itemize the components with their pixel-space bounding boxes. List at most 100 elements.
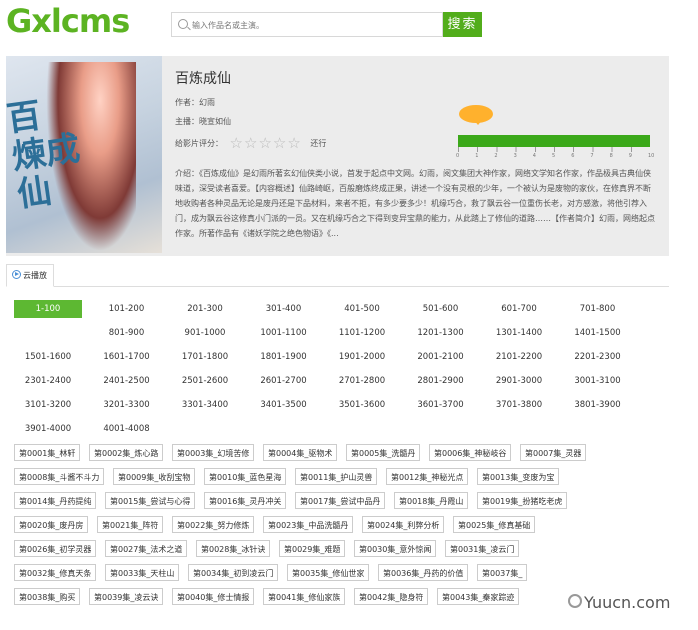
episode-range-button[interactable]: 2601-2700	[250, 372, 318, 390]
episode-range-button[interactable]: 2101-2200	[485, 348, 553, 366]
episode-range-button[interactable]: 2401-2500	[93, 372, 161, 390]
episode-button[interactable]: 第0009集_收刮宝物	[113, 468, 196, 485]
episode-range-button[interactable]: 1701-1800	[171, 348, 239, 366]
episode-range-button[interactable]: 1301-1400	[485, 324, 553, 342]
episode-button[interactable]: 第0014集_丹药提纯	[14, 492, 97, 509]
rating-stars[interactable]: ☆☆☆☆☆	[230, 136, 302, 151]
episode-button[interactable]: 第0020集_废丹房	[14, 516, 89, 533]
episode-range-button[interactable]: 1801-1900	[250, 348, 318, 366]
episode-button[interactable]: 第0039集_凌云诀	[89, 588, 164, 605]
episode-range-button[interactable]: 2001-2100	[407, 348, 475, 366]
episode-button[interactable]: 第0041集_修仙家族	[263, 588, 346, 605]
episode-range-button[interactable]: 1901-2000	[328, 348, 396, 366]
episode-range-button[interactable]: 1401-1500	[564, 324, 632, 342]
episode-range-button[interactable]: 3401-3500	[250, 396, 318, 414]
episode-range-button[interactable]: 1601-1700	[93, 348, 161, 366]
episode-button[interactable]: 第0027集_法术之道	[105, 540, 188, 557]
episode-range-button[interactable]: 3901-4000	[14, 420, 82, 438]
rating-widget: 给影片评分： ☆☆☆☆☆ 还行	[175, 136, 326, 151]
episode-button[interactable]: 第0019集_扮猪吃老虎	[477, 492, 568, 509]
episode-button[interactable]: 第0008集_斗酱不斗力	[14, 468, 105, 485]
episode-button[interactable]: 第0003集_幻境苦修	[172, 444, 255, 461]
episode-button[interactable]: 第0038集_购买	[14, 588, 81, 605]
star-icon[interactable]: ☆	[244, 136, 257, 151]
episode-button[interactable]: 第0018集_丹霞山	[394, 492, 469, 509]
episode-range-button[interactable]: 2901-3000	[485, 372, 553, 390]
episode-button[interactable]: 第0042集_隐身符	[354, 588, 429, 605]
episode-range-button[interactable]: 3301-3400	[171, 396, 239, 414]
episode-button[interactable]: 第0010集_蓝色星海	[204, 468, 287, 485]
episode-button[interactable]: 第0007集_灵器	[520, 444, 587, 461]
episode-range-button[interactable]: 3001-3100	[564, 372, 632, 390]
episode-range-button[interactable]: 201-300	[171, 300, 239, 318]
episode-button[interactable]: 第0043集_秦家踪迹	[437, 588, 520, 605]
star-icon[interactable]: ☆	[258, 136, 271, 151]
episode-button[interactable]: 第0017集_尝试中品丹	[295, 492, 386, 509]
episode-button[interactable]: 第0040集_修士情报	[172, 588, 255, 605]
star-icon[interactable]: ☆	[230, 136, 243, 151]
episode-range-button[interactable]: 3201-3300	[93, 396, 161, 414]
episode-range-button[interactable]: 2501-2600	[171, 372, 239, 390]
episode-button[interactable]: 第0032集_修真天条	[14, 564, 97, 581]
episode-range-button[interactable]: 3701-3800	[485, 396, 553, 414]
episode-range-button[interactable]: 801-900	[93, 324, 161, 342]
episode-range-button[interactable]: 401-500	[328, 300, 396, 318]
episode-button[interactable]: 第0034集_初到凌云门	[188, 564, 279, 581]
episode-button[interactable]: 第0011集_护山灵兽	[295, 468, 378, 485]
star-icon[interactable]: ☆	[273, 136, 286, 151]
search-input[interactable]	[190, 15, 434, 35]
episode-range-button[interactable]: 3801-3900	[564, 396, 632, 414]
search-box[interactable]	[171, 12, 443, 37]
episode-range-button[interactable]: 3101-3200	[14, 396, 82, 414]
episode-button[interactable]: 第0029集_难题	[279, 540, 346, 557]
episode-button[interactable]: 第0037集_	[477, 564, 528, 581]
episode-button[interactable]: 第0026集_初学灵器	[14, 540, 97, 557]
episode-button[interactable]: 第0015集_尝试与心得	[105, 492, 196, 509]
episode-button[interactable]: 第0025集_修真基础	[453, 516, 536, 533]
episode-range-button[interactable]: 2201-2300	[564, 348, 632, 366]
episode-button[interactable]: 第0036集_丹药的价值	[378, 564, 469, 581]
episode-range-button[interactable]: 1501-1600	[14, 348, 82, 366]
site-logo[interactable]: Gxlcms	[6, 2, 130, 40]
episode-button[interactable]: 第0022集_努力修炼	[172, 516, 255, 533]
episode-range-button[interactable]: 4001-4008	[93, 420, 161, 438]
episode-range-button[interactable]: 2301-2400	[14, 372, 82, 390]
episode-button[interactable]: 第0005集_洗髓丹	[346, 444, 421, 461]
episode-range-button[interactable]: 901-1000	[171, 324, 239, 342]
episode-range-button[interactable]: 601-700	[485, 300, 553, 318]
star-icon[interactable]: ☆	[287, 136, 300, 151]
episode-range-button[interactable]: 3601-3700	[407, 396, 475, 414]
episode-range-button[interactable]: 501-600	[407, 300, 475, 318]
episode-button[interactable]: 第0024集_利弊分析	[362, 516, 445, 533]
episode-button[interactable]: 第0013集_变废为宝	[477, 468, 560, 485]
book-cast: 主播：晓宣如仙	[175, 117, 231, 126]
episode-button[interactable]: 第0002集_炼心路	[89, 444, 164, 461]
episode-range-button[interactable]: 1001-1100	[250, 324, 318, 342]
episode-button[interactable]: 第0021集_阵符	[97, 516, 164, 533]
episode-range-button[interactable]: 2801-2900	[407, 372, 475, 390]
tab-cloud-play[interactable]: 云播放	[6, 264, 54, 287]
book-cover-image[interactable]: 百煉成仙	[6, 56, 162, 253]
episode-button[interactable]: 第0035集_修仙世家	[287, 564, 370, 581]
episode-range-button[interactable]: 3501-3600	[328, 396, 396, 414]
episode-button[interactable]: 第0030集_意外惊闻	[354, 540, 437, 557]
episode-range-button[interactable]: 1101-1200	[328, 324, 396, 342]
episode-button[interactable]: 第0012集_神秘光点	[386, 468, 469, 485]
episode-range-button[interactable]: 2701-2800	[328, 372, 396, 390]
episode-button[interactable]: 第0004集_驱物术	[263, 444, 338, 461]
episode-range-button[interactable]: 1201-1300	[407, 324, 475, 342]
episode-range-button[interactable]: 701-800	[564, 300, 632, 318]
episode-button[interactable]: 第0016集_灵丹冲关	[204, 492, 287, 509]
episode-button[interactable]: 第0031集_凌云门	[445, 540, 520, 557]
tab-label: 云播放	[23, 271, 47, 280]
episode-range-button[interactable]: 101-200	[93, 300, 161, 318]
episode-range-button[interactable]: 1-100	[14, 300, 82, 318]
episode-button[interactable]: 第0028集_冰针诀	[196, 540, 271, 557]
episode-button[interactable]: 第0006集_神秘岐谷	[429, 444, 512, 461]
episode-button[interactable]: 第0001集_林轩	[14, 444, 81, 461]
episode-button[interactable]: 第0023集_中品洗髓丹	[263, 516, 354, 533]
score-scale-number: 4	[532, 153, 536, 159]
episode-range-button[interactable]: 301-400	[250, 300, 318, 318]
search-button[interactable]: 搜索	[443, 12, 482, 37]
episode-button[interactable]: 第0033集_天柱山	[105, 564, 180, 581]
